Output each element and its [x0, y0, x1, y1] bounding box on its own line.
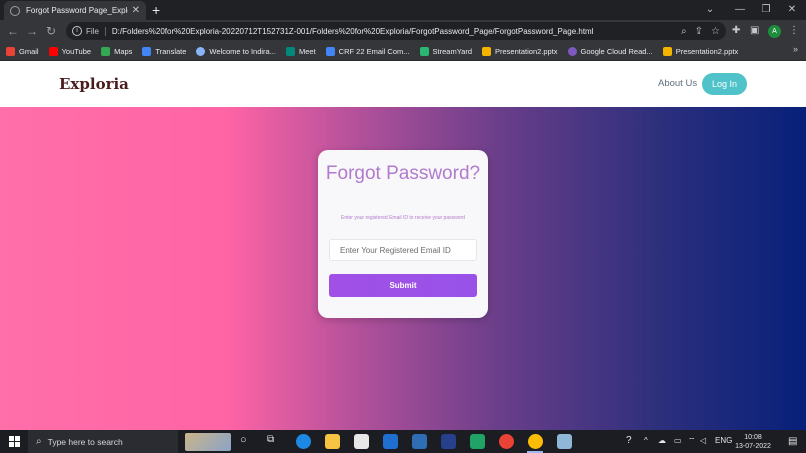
- search-icon: ⌕: [36, 436, 42, 447]
- brand-logo[interactable]: Exploria: [59, 75, 129, 93]
- tab-title: Forgot Password Page_Exploria: [26, 6, 128, 15]
- chrome-icon[interactable]: [499, 434, 514, 449]
- excel-icon[interactable]: [470, 434, 485, 449]
- browser-tab[interactable]: Forgot Password Page_Exploria ✕: [4, 1, 146, 20]
- volume-icon[interactable]: ◁: [700, 436, 706, 445]
- bookmark-presentation2-b[interactable]: Presentation2.pptx: [662, 46, 738, 56]
- slides-icon: [482, 46, 491, 56]
- new-tab-button[interactable]: +: [152, 1, 160, 19]
- edge-icon[interactable]: [296, 434, 311, 449]
- forward-icon[interactable]: →: [24, 23, 40, 39]
- globe-icon: [196, 46, 206, 56]
- bookmark-welcome[interactable]: Welcome to Indira...: [196, 46, 276, 56]
- web-page: Exploria About Us Log In Forgot Password…: [0, 61, 806, 430]
- bookmark-youtube[interactable]: YouTube: [48, 46, 91, 56]
- bookmarks-bar: Gmail YouTube Maps Translate Welcome to …: [0, 42, 806, 61]
- maps-icon: [101, 46, 111, 56]
- nav-about-link[interactable]: About Us: [658, 78, 697, 89]
- clock[interactable]: 10:08 13-07-2022: [730, 433, 776, 451]
- help-icon[interactable]: ?: [626, 435, 632, 446]
- profile-avatar[interactable]: A: [768, 25, 781, 38]
- form-subtitle: Enter your registered Email ID to receiv…: [341, 215, 465, 221]
- bookmarks-overflow-icon[interactable]: »: [793, 44, 798, 54]
- info-icon[interactable]: i: [72, 26, 82, 36]
- network-icon[interactable]: ☁: [658, 436, 666, 445]
- window-close-icon[interactable]: ✕: [780, 0, 804, 20]
- clock-date: 13-07-2022: [735, 443, 771, 450]
- taskbar-search[interactable]: ⌕ Type here to search: [28, 430, 178, 453]
- back-icon[interactable]: ←: [5, 23, 21, 39]
- tab-search-icon[interactable]: ⌄: [698, 0, 722, 20]
- gmail-icon: [6, 46, 15, 56]
- meet-icon: [285, 46, 295, 56]
- translate-icon: [142, 46, 152, 56]
- minimize-icon[interactable]: —: [728, 0, 752, 20]
- tab-strip: Forgot Password Page_Exploria ✕ + ⌄ — ❐ …: [0, 0, 806, 20]
- extensions-icon[interactable]: ✚: [732, 24, 740, 38]
- site-header: Exploria About Us Log In: [0, 61, 806, 107]
- clock-time: 10:08: [744, 434, 762, 441]
- store-icon[interactable]: [354, 434, 369, 449]
- taskbar: ⌕ Type here to search ○ ⧉ ? ^ ☁ ▭ ⌔ ◁ EN…: [0, 430, 806, 453]
- menu-icon[interactable]: ⋮: [789, 24, 799, 38]
- email-field[interactable]: [329, 239, 477, 261]
- close-tab-icon[interactable]: ✕: [132, 5, 140, 16]
- bookmark-google-cloud[interactable]: Google Cloud Read...: [567, 46, 653, 56]
- forgot-password-card: Forgot Password? Enter your registered E…: [318, 150, 488, 318]
- youtube-icon: [48, 46, 58, 56]
- scheme-label: File: [86, 26, 106, 36]
- share-icon[interactable]: ⇪: [695, 26, 703, 37]
- bookmark-gmail[interactable]: Gmail: [6, 46, 39, 56]
- app-icon[interactable]: [412, 434, 427, 449]
- address-bar[interactable]: i File D:/Folders%20for%20Exploria-20220…: [66, 22, 726, 40]
- notification-icon[interactable]: ▤: [788, 436, 797, 447]
- bookmark-presentation2[interactable]: Presentation2.pptx: [482, 46, 558, 56]
- document-icon: [325, 46, 335, 56]
- taskbar-search-text: Type here to search: [47, 436, 123, 447]
- search-highlight-image[interactable]: [185, 433, 231, 451]
- reload-icon[interactable]: ↻: [43, 23, 59, 39]
- chrome-active-icon[interactable]: [528, 434, 543, 449]
- bookmark-meet[interactable]: Meet: [285, 46, 316, 56]
- mail-icon[interactable]: [383, 434, 398, 449]
- bookmark-star-icon[interactable]: ☆: [711, 26, 720, 37]
- file-explorer-icon[interactable]: [325, 434, 340, 449]
- restore-icon[interactable]: ❐: [754, 0, 778, 20]
- vscode-icon[interactable]: [441, 434, 456, 449]
- notepad-icon[interactable]: [557, 434, 572, 449]
- bookmark-maps[interactable]: Maps: [101, 46, 132, 56]
- globe-icon: [10, 5, 20, 16]
- slides-icon: [662, 46, 672, 56]
- task-view-icon[interactable]: ⧉: [267, 434, 274, 445]
- wifi-icon[interactable]: ⌔: [688, 436, 696, 446]
- cortana-icon[interactable]: ○: [240, 434, 247, 446]
- hero-gradient: Forgot Password? Enter your registered E…: [0, 107, 806, 430]
- battery-icon[interactable]: ▭: [674, 436, 682, 445]
- chevron-up-icon[interactable]: ^: [644, 436, 648, 445]
- url-text[interactable]: D:/Folders%20for%20Exploria-20220712T152…: [112, 27, 673, 36]
- submit-button[interactable]: Submit: [329, 274, 477, 297]
- windows-start-icon[interactable]: [9, 436, 20, 447]
- zoom-search-icon[interactable]: ⌕: [681, 26, 687, 37]
- side-panel-icon[interactable]: ▣: [750, 24, 759, 38]
- bookmark-streamyard[interactable]: StreamYard: [419, 46, 472, 56]
- streamyard-icon: [419, 46, 429, 56]
- page-title: Forgot Password?: [325, 163, 481, 184]
- bookmark-translate[interactable]: Translate: [142, 46, 186, 56]
- bookmark-crf-email[interactable]: CRF 22 Email Com...: [325, 46, 410, 56]
- login-button[interactable]: Log In: [702, 73, 747, 95]
- cloud-icon: [567, 46, 577, 56]
- browser-toolbar: ← → ↻ i File D:/Folders%20for%20Exploria…: [0, 20, 806, 42]
